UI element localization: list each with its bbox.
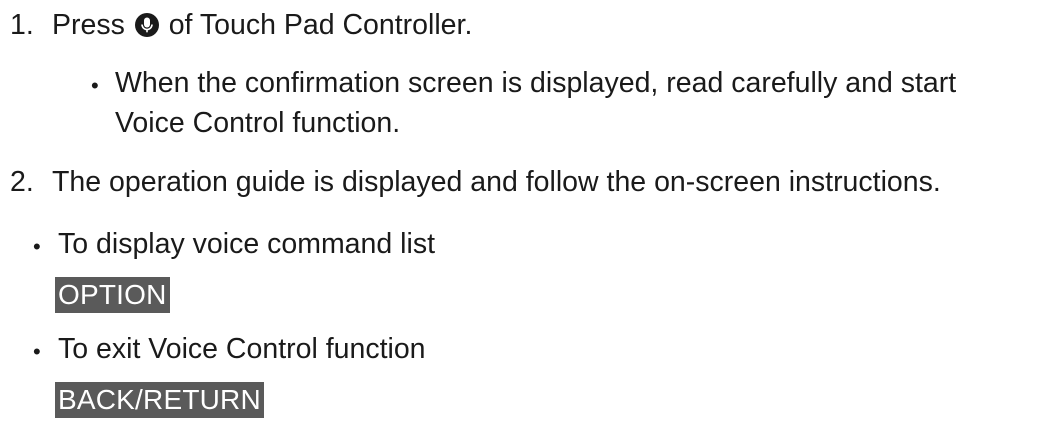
step-text-after: of Touch Pad Controller.	[168, 9, 473, 41]
note-line-1: When the confirmation screen is displaye…	[115, 67, 957, 99]
bullet-icon: •	[33, 339, 41, 364]
step-text: The operation guide is displayed and fol…	[52, 166, 941, 198]
bullet-icon: •	[33, 234, 41, 259]
note-line-2: Voice Control function.	[115, 107, 401, 139]
step-text-before: Press	[52, 9, 125, 41]
bullet-icon: •	[91, 73, 99, 98]
tip-text: To display voice command list	[58, 228, 435, 260]
tip-text: To exit Voice Control function	[58, 333, 426, 365]
step-number: 1.	[10, 9, 34, 41]
microphone-icon	[134, 13, 159, 37]
option-key-label: OPTION	[55, 277, 170, 313]
step-number: 2.	[10, 166, 34, 198]
step-text: Press of Touch Pad Controller.	[52, 8, 472, 42]
back-return-key-label: BACK/RETURN	[55, 382, 264, 418]
